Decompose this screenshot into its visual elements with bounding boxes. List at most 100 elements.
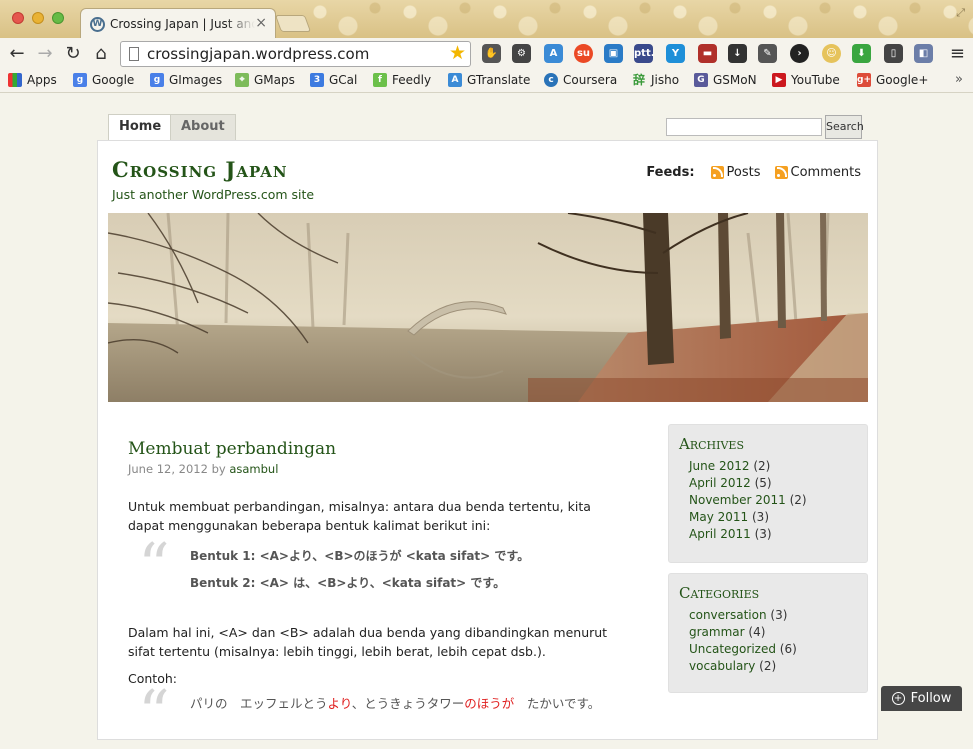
- bookmark-star-icon[interactable]: ★: [449, 42, 466, 64]
- pattern-1: Bentuk 1: <A>より、<B>のほうが <kata sifat> です。: [190, 549, 530, 563]
- page-icon: [129, 47, 139, 61]
- page-content: Home About Search Crossing Japan Just an…: [0, 94, 973, 744]
- post-author-link[interactable]: asambul: [229, 462, 278, 476]
- gsmon-icon: G: [694, 73, 708, 87]
- post-by: by: [211, 462, 226, 476]
- fullscreen-icon[interactable]: ⤢: [956, 6, 965, 20]
- feed-comments-link[interactable]: Comments: [791, 165, 861, 180]
- ptt-extension-icon[interactable]: ptt.: [634, 44, 655, 63]
- bookmark-feedly[interactable]: f Feedly: [373, 73, 431, 87]
- pattern-2: Bentuk 2: <A> は、<B>より、<kata sifat> です。: [190, 576, 506, 590]
- bookmark-gmaps[interactable]: ⌖ GMaps: [235, 73, 295, 87]
- plus-icon: +: [891, 692, 905, 705]
- post-meta: June 12, 2012 by asambul: [128, 462, 278, 476]
- close-tab-icon[interactable]: ×: [255, 15, 267, 31]
- url-text[interactable]: crossingjapan.wordpress.com: [147, 45, 369, 63]
- archive-item: May 2011 (3): [689, 510, 769, 524]
- category-link[interactable]: grammar: [689, 625, 745, 639]
- feed-posts-link[interactable]: Posts: [727, 165, 761, 180]
- phone-transfer-icon[interactable]: ▯: [884, 44, 903, 63]
- bookmark-jisho[interactable]: 辞 Jisho: [632, 73, 679, 87]
- archive-link[interactable]: April 2011: [689, 527, 751, 541]
- site-title[interactable]: Crossing Japan: [112, 157, 288, 182]
- bookmark-gimages[interactable]: g GImages: [150, 73, 222, 87]
- archive-link[interactable]: November 2011: [689, 493, 786, 507]
- bookmark-coursera[interactable]: c Coursera: [544, 73, 617, 87]
- home-icon[interactable]: ⌂: [90, 43, 112, 65]
- archive-item: November 2011 (2): [689, 493, 807, 507]
- back-icon[interactable]: ←: [6, 43, 28, 65]
- feeds-label: Feeds:: [646, 165, 695, 180]
- forward-icon[interactable]: →: [34, 43, 56, 65]
- tab-home[interactable]: Home: [108, 114, 173, 141]
- category-item: conversation (3): [689, 608, 788, 622]
- minimize-window-button[interactable]: [32, 12, 44, 24]
- post-contoh: Contoh:: [128, 671, 177, 686]
- pencil-icon[interactable]: ✎: [758, 44, 777, 63]
- extension-icon[interactable]: ⚙: [512, 44, 531, 63]
- bookmark-googleplus[interactable]: g+ Google+: [857, 73, 928, 87]
- menu-icon[interactable]: ≡: [950, 43, 965, 64]
- archive-link[interactable]: June 2012: [689, 459, 750, 473]
- reload-icon[interactable]: ↻: [62, 43, 84, 65]
- download-arrow-icon[interactable]: ⬇: [852, 44, 871, 63]
- coursera-icon: c: [544, 73, 558, 87]
- download-sort-icon[interactable]: ↓: [728, 44, 747, 63]
- post-paragraph: Dalam hal ini, <A> dan <B> adalah dua be…: [128, 625, 608, 659]
- sofa-extension-icon[interactable]: ▬: [698, 44, 717, 63]
- bookmark-youtube[interactable]: ▶ YouTube: [772, 73, 840, 87]
- category-link[interactable]: Uncategorized: [689, 642, 776, 656]
- face-extension-icon[interactable]: ☺: [822, 44, 841, 63]
- bookmark-apps[interactable]: Apps: [8, 73, 57, 87]
- search-button[interactable]: Search: [825, 115, 864, 139]
- zoom-window-button[interactable]: [52, 12, 64, 24]
- play-extension-icon[interactable]: ›: [790, 44, 809, 63]
- header-image: [108, 213, 868, 402]
- archives-widget: Archives June 2012 (2) April 2012 (5) No…: [668, 424, 868, 563]
- category-link[interactable]: vocabulary: [689, 659, 755, 673]
- screen-capture-icon[interactable]: ▣: [604, 44, 623, 63]
- follow-button[interactable]: + Follow: [881, 686, 962, 711]
- address-bar[interactable]: crossingjapan.wordpress.com ★: [120, 41, 471, 67]
- y-extension-icon[interactable]: Y: [666, 44, 685, 63]
- post-title[interactable]: Membuat perbandingan: [128, 439, 336, 459]
- misty-park-illustration: [108, 213, 868, 402]
- category-item: Uncategorized (6): [689, 642, 797, 656]
- feedly-icon: f: [373, 73, 387, 87]
- post-date: June 12, 2012: [128, 462, 208, 476]
- archive-link[interactable]: May 2011: [689, 510, 748, 524]
- bookmark-gsmon[interactable]: G GSMoN: [694, 73, 757, 87]
- categories-title: Categories: [679, 584, 760, 602]
- googleplus-icon: g+: [857, 73, 871, 87]
- rss-icon: [710, 166, 724, 179]
- category-link[interactable]: conversation: [689, 608, 767, 622]
- browser-tab[interactable]: W Crossing Japan | Just another WordPres…: [80, 8, 276, 38]
- archive-link[interactable]: April 2012: [689, 476, 751, 490]
- new-tab-button[interactable]: [274, 15, 312, 32]
- site-tagline: Just another WordPress.com site: [112, 187, 315, 202]
- bookmark-google[interactable]: g Google: [73, 73, 134, 87]
- extension-icon[interactable]: ✋: [482, 44, 501, 63]
- category-item: grammar (4): [689, 625, 766, 639]
- jisho-icon: 辞: [632, 73, 645, 87]
- archive-item: April 2012 (5): [689, 476, 772, 490]
- close-window-button[interactable]: [12, 12, 24, 24]
- stumbleupon-icon[interactable]: su: [574, 44, 593, 63]
- translate-icon: A: [448, 73, 462, 87]
- browser-toolbar: ← → ↻ ⌂ crossingjapan.wordpress.com ★ ✋ …: [0, 38, 973, 70]
- google-icon: g: [73, 73, 87, 87]
- quote-mark-icon: “: [138, 529, 170, 602]
- translate-extension-icon[interactable]: A: [544, 44, 563, 63]
- blockquote: “ Bentuk 1: <A>より、<B>のほうが <kata sifat> で…: [128, 535, 628, 597]
- quote-mark-icon: “: [138, 676, 170, 749]
- archive-item: April 2011 (3): [689, 527, 772, 541]
- search-input[interactable]: [666, 118, 822, 136]
- feeds: Feeds: Posts Comments: [646, 165, 861, 180]
- bookmark-gcal[interactable]: 3 GCal: [310, 73, 357, 87]
- bookmarks-overflow-icon[interactable]: »: [955, 72, 963, 87]
- tab-about[interactable]: About: [170, 114, 236, 140]
- window-extension-icon[interactable]: ◧: [914, 44, 933, 63]
- bookmark-gtranslate[interactable]: A GTranslate: [448, 73, 530, 87]
- categories-widget: Categories conversation (3) grammar (4) …: [668, 573, 868, 693]
- google-icon: g: [150, 73, 164, 87]
